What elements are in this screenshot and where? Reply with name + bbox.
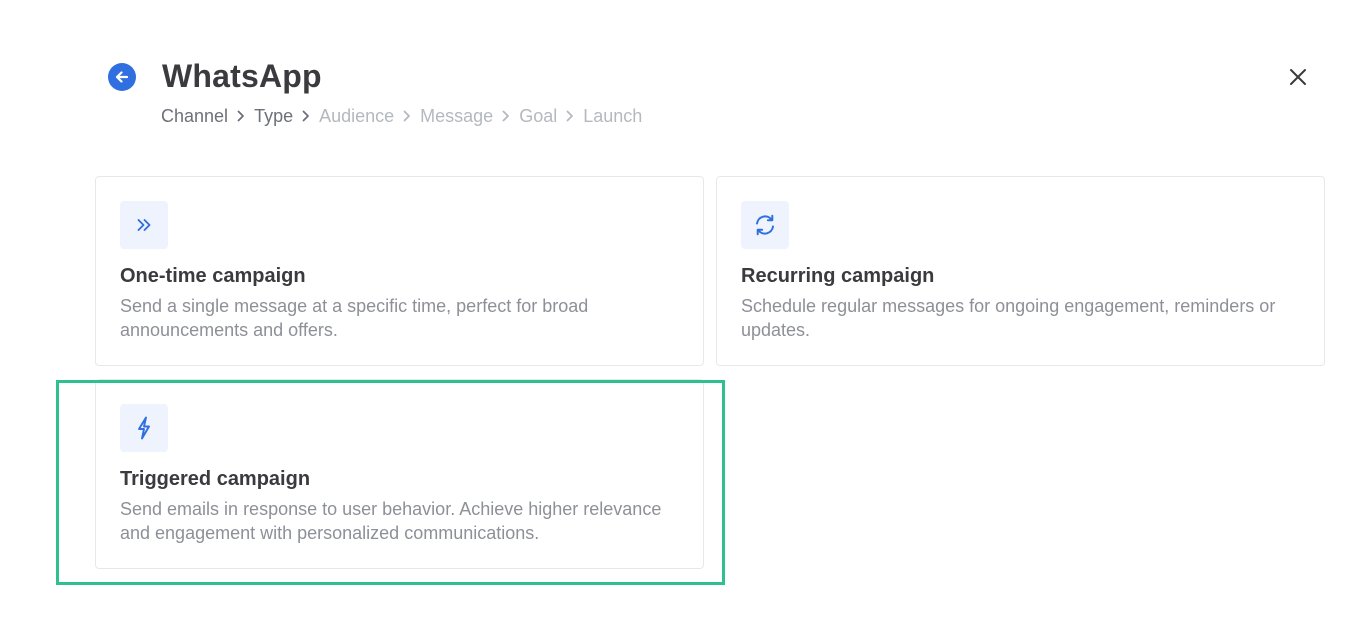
breadcrumb-item-audience: Audience [319, 105, 395, 126]
breadcrumb-item-message: Message [420, 105, 494, 126]
breadcrumb-item-launch: Launch [583, 105, 643, 126]
card-title: Recurring campaign [741, 265, 935, 287]
arrow-left-icon [115, 71, 129, 83]
breadcrumb-item-type[interactable]: Type [254, 106, 293, 127]
close-icon [1290, 69, 1306, 85]
double-chevron-right-icon [120, 201, 168, 249]
card-title: Triggered campaign [120, 468, 311, 490]
triggered-campaign-card[interactable]: Triggered campaign Send emails in respon… [95, 379, 704, 569]
chevron-right-icon [502, 110, 510, 122]
card-title: One-time campaign [120, 265, 306, 287]
refresh-icon [741, 201, 789, 249]
campaign-type-page: WhatsApp Channel Type Audience Message G… [0, 0, 1368, 631]
card-description: Send emails in response to user behavior… [120, 499, 662, 543]
breadcrumb-item-goal: Goal [519, 105, 558, 126]
close-button[interactable] [1286, 65, 1310, 89]
page-title: WhatsApp [162, 58, 322, 94]
chevron-right-icon [237, 110, 245, 122]
breadcrumb-item-channel[interactable]: Channel [161, 106, 228, 127]
lightning-icon [120, 404, 168, 452]
card-description: Send a single message at a specific time… [120, 296, 589, 340]
one-time-campaign-card[interactable]: One-time campaign Send a single message … [95, 176, 704, 366]
breadcrumb: Channel Type Audience Message Goal Launc… [161, 105, 642, 127]
back-button[interactable] [108, 63, 136, 91]
chevron-right-icon [403, 110, 411, 122]
card-description: Schedule regular messages for ongoing en… [741, 296, 1276, 340]
recurring-campaign-card[interactable]: Recurring campaign Schedule regular mess… [716, 176, 1325, 366]
chevron-right-icon [566, 110, 574, 122]
chevron-right-icon [302, 110, 310, 122]
